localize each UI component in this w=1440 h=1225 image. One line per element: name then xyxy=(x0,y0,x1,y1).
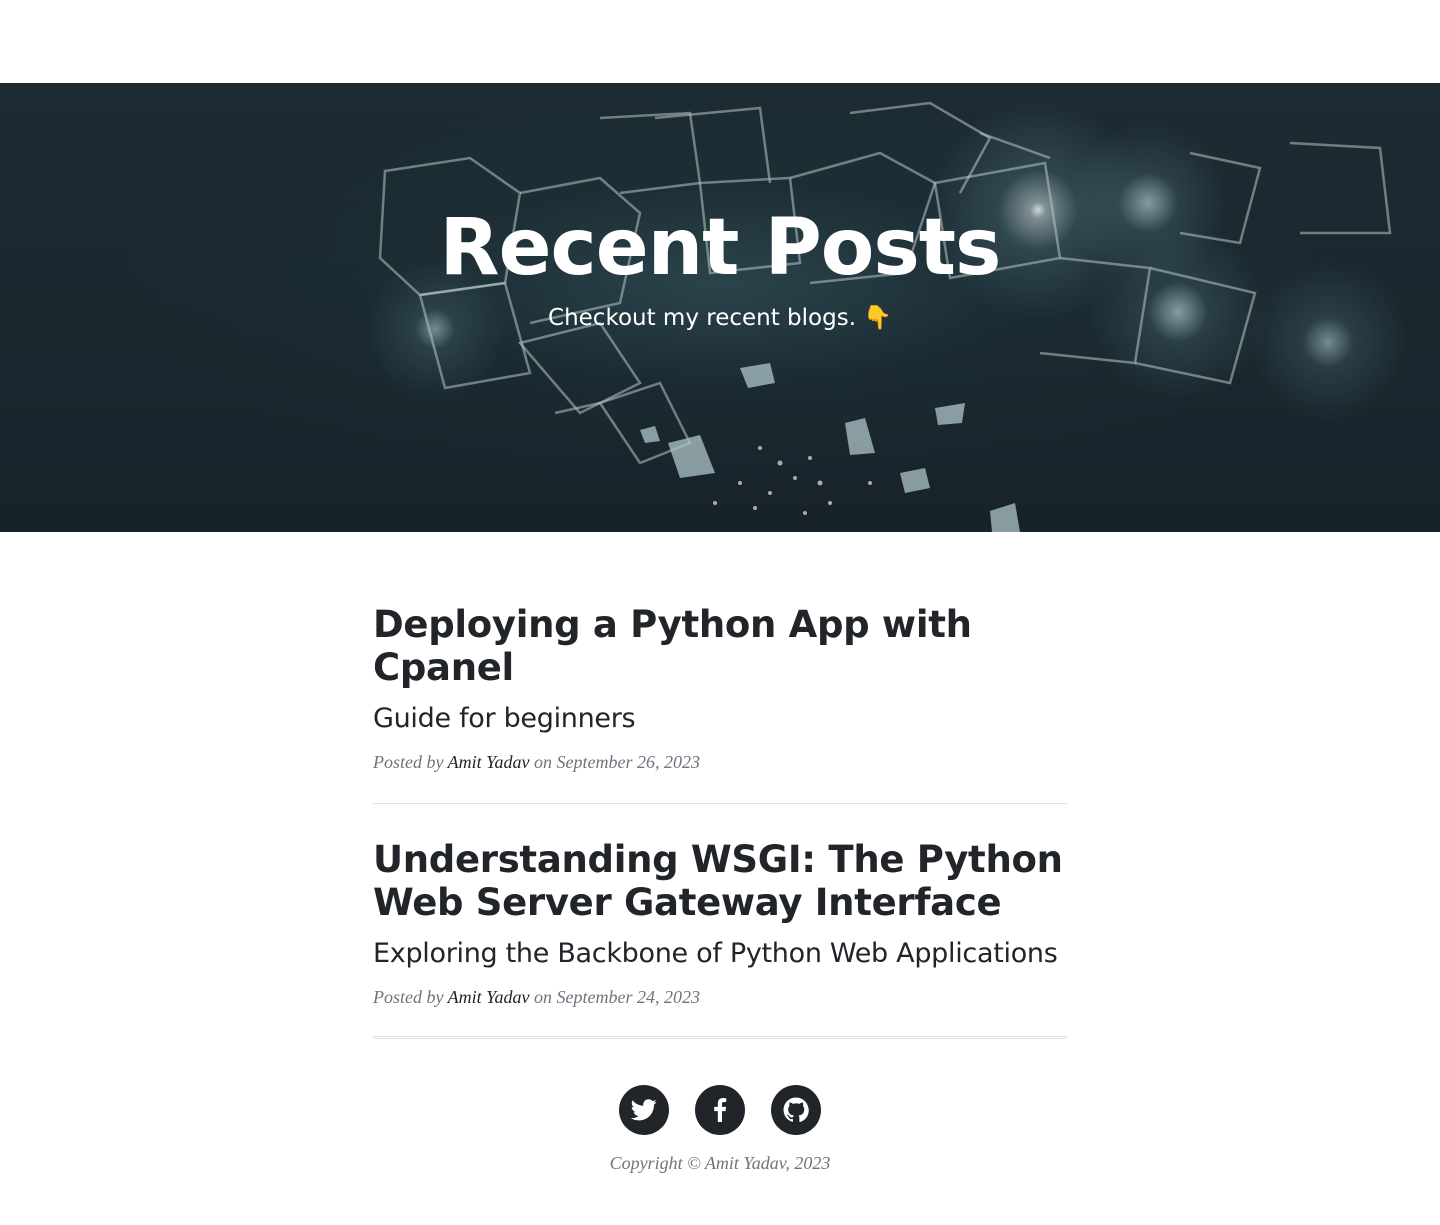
footer-divider xyxy=(373,1036,1067,1037)
github-icon xyxy=(783,1097,809,1123)
post-list: Deploying a Python App with Cpanel Guide… xyxy=(373,603,1067,1073)
author-link[interactable]: Amit Yadav xyxy=(448,987,530,1007)
post-date: on September 26, 2023 xyxy=(534,752,700,772)
post-subtitle[interactable]: Guide for beginners xyxy=(373,701,1067,737)
twitter-button[interactable] xyxy=(619,1085,669,1135)
page-subtitle: Checkout my recent blogs. 👇 xyxy=(548,305,892,331)
post-preview: Deploying a Python App with Cpanel Guide… xyxy=(373,603,1067,804)
hero-header: Recent Posts Checkout my recent blogs. 👇 xyxy=(0,83,1440,532)
facebook-icon xyxy=(714,1098,727,1122)
top-navbar xyxy=(0,0,1440,83)
post-preview: Understanding WSGI: The Python Web Serve… xyxy=(373,838,1067,1039)
social-links xyxy=(0,1085,1440,1135)
page-title: Recent Posts xyxy=(439,203,1002,293)
post-meta: Posted by Amit Yadav on September 24, 20… xyxy=(373,986,1067,1008)
twitter-icon xyxy=(631,1099,657,1121)
post-title-link[interactable]: Deploying a Python App with Cpanel xyxy=(373,603,1067,689)
author-link[interactable]: Amit Yadav xyxy=(448,752,530,772)
post-subtitle[interactable]: Exploring the Backbone of Python Web App… xyxy=(373,936,1067,972)
facebook-button[interactable] xyxy=(695,1085,745,1135)
post-title-link[interactable]: Understanding WSGI: The Python Web Serve… xyxy=(373,838,1067,924)
post-date: on September 24, 2023 xyxy=(534,987,700,1007)
github-button[interactable] xyxy=(771,1085,821,1135)
post-meta: Posted by Amit Yadav on September 26, 20… xyxy=(373,751,1067,773)
posted-by-label: Posted by xyxy=(373,752,444,772)
posted-by-label: Posted by xyxy=(373,987,444,1007)
copyright-text: Copyright © Amit Yadav, 2023 xyxy=(609,1153,831,1173)
